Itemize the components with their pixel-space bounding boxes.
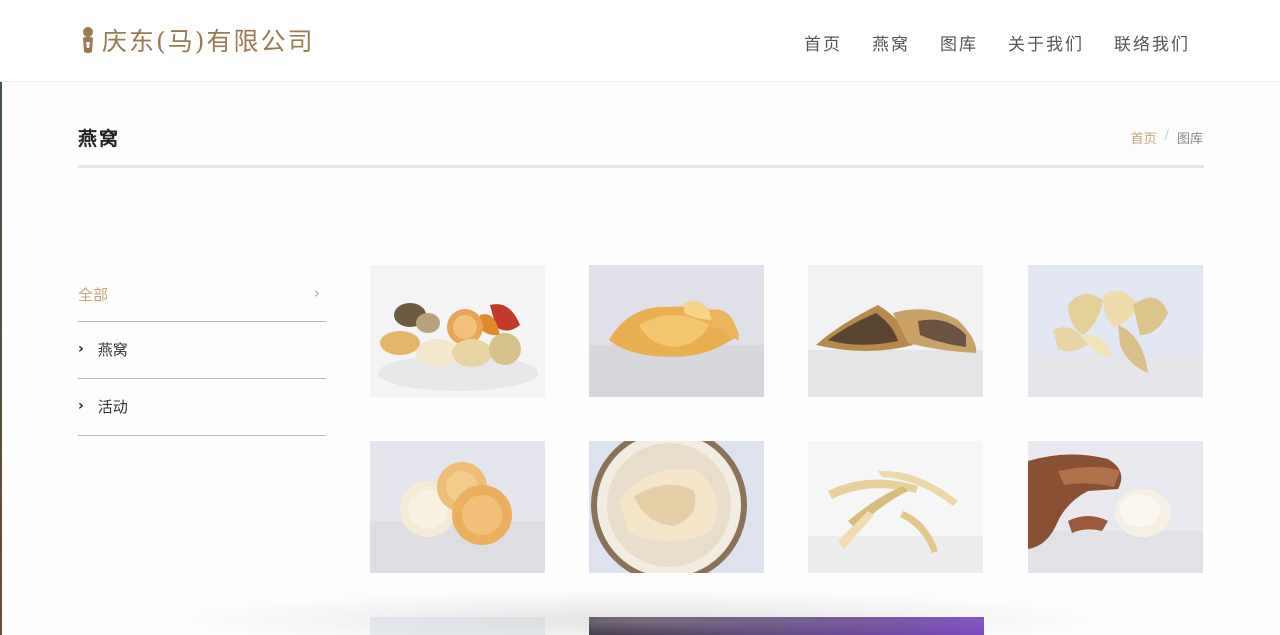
page-title: 燕窝 <box>78 128 121 150</box>
shredded-birdnest-plate-image <box>589 441 764 573</box>
gallery-image[interactable] <box>808 265 983 397</box>
title-divider <box>78 165 1204 168</box>
main-nav: 首页 燕窝 图库 关于我们 联络我们 <box>804 30 1190 55</box>
white-birdnest-strips-image <box>1028 265 1203 397</box>
nav-about[interactable]: 关于我们 <box>1008 30 1084 55</box>
sidebar-item-label: 全部 <box>78 286 109 304</box>
window-edge <box>0 0 2 635</box>
breadcrumb-home[interactable]: 首页 <box>1131 128 1157 147</box>
chevron-right-icon: › <box>78 398 84 414</box>
birdnest-strips-pile-image <box>808 441 983 573</box>
nav-contact[interactable]: 联络我们 <box>1114 30 1190 55</box>
category-sidebar: 全部 › › 燕窝 › 活动 <box>78 265 326 436</box>
gallery-image[interactable] <box>808 441 983 573</box>
gallery-image[interactable] <box>370 441 545 573</box>
sidebar-item-birdnest[interactable]: › 燕窝 <box>78 322 326 379</box>
site-logo[interactable]: 庆东(马)有限公司 <box>80 24 315 56</box>
breadcrumb-current: 图库 <box>1176 132 1203 147</box>
hand-holding-birdnest-image <box>1028 441 1203 573</box>
breadcrumb: 首页 / 图库 <box>1131 128 1203 147</box>
chevron-right-icon: › <box>314 284 320 302</box>
logo-mark-icon <box>83 27 93 53</box>
sidebar-item-label: 活动 <box>97 397 128 416</box>
gallery-image[interactable] <box>1028 265 1203 397</box>
round-birdnest-cakes-image <box>370 441 545 573</box>
logo-text: 庆东(马)有限公司 <box>102 27 315 56</box>
bottom-shadow <box>180 590 1100 635</box>
nav-birdnest[interactable]: 燕窝 <box>872 30 910 55</box>
nav-gallery[interactable]: 图库 <box>940 30 978 55</box>
dark-triangle-birdnest-image <box>808 265 983 397</box>
mixed-birdnest-image <box>370 265 545 397</box>
breadcrumb-separator: / <box>1164 128 1169 143</box>
golden-birdnest-cup-image <box>589 265 764 397</box>
sidebar-item-events[interactable]: › 活动 <box>78 379 326 436</box>
nav-home[interactable]: 首页 <box>804 30 842 55</box>
sidebar-item-label: 燕窝 <box>97 340 128 359</box>
site-header: 庆东(马)有限公司 首页 燕窝 图库 关于我们 联络我们 <box>0 0 1280 82</box>
sidebar-item-all[interactable]: 全部 › <box>78 265 326 322</box>
gallery-image[interactable] <box>589 441 764 573</box>
chevron-right-icon: › <box>78 341 84 357</box>
gallery-image[interactable] <box>1028 441 1203 573</box>
gallery-image[interactable] <box>589 265 764 397</box>
gallery-image[interactable] <box>370 265 545 397</box>
